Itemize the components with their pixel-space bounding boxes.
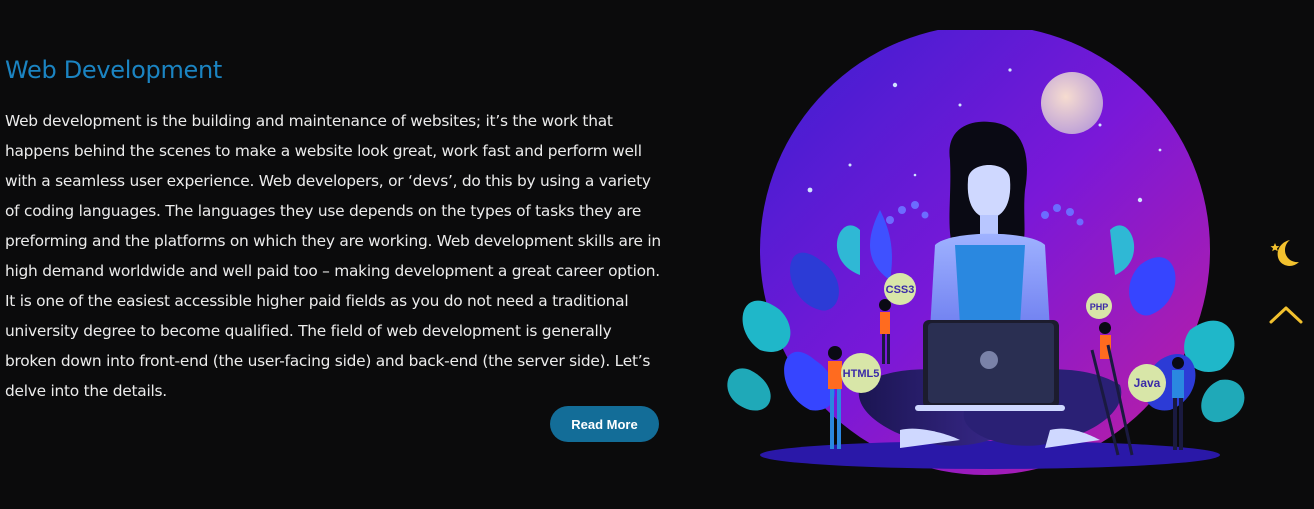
- woman-face: [967, 165, 1011, 218]
- moon-star-icon: [1270, 240, 1299, 266]
- scroll-to-top-button[interactable]: [1268, 302, 1304, 326]
- php-badge: PHP: [1086, 293, 1112, 319]
- java-badge: Java: [1128, 364, 1166, 402]
- moon: [1041, 72, 1103, 134]
- theme-toggle-button[interactable]: [1266, 234, 1304, 272]
- html-badge: HTML5: [841, 353, 881, 393]
- php-badge-label: PHP: [1090, 302, 1109, 312]
- web-development-illustration: CSS3 PHP HTML5 Java: [720, 30, 1260, 480]
- chevron-up-icon: [1269, 306, 1303, 324]
- css-badge-label: CSS3: [886, 284, 915, 296]
- java-badge-label: Java: [1134, 376, 1161, 390]
- ground-shadow: [760, 441, 1220, 469]
- section-body: Web development is the building and main…: [5, 112, 661, 400]
- section-title: Web Development: [5, 56, 223, 84]
- read-more-button[interactable]: Read More: [550, 406, 659, 442]
- html-badge-label: HTML5: [843, 368, 880, 380]
- laptop: [915, 320, 1065, 411]
- css-badge: CSS3: [884, 273, 916, 305]
